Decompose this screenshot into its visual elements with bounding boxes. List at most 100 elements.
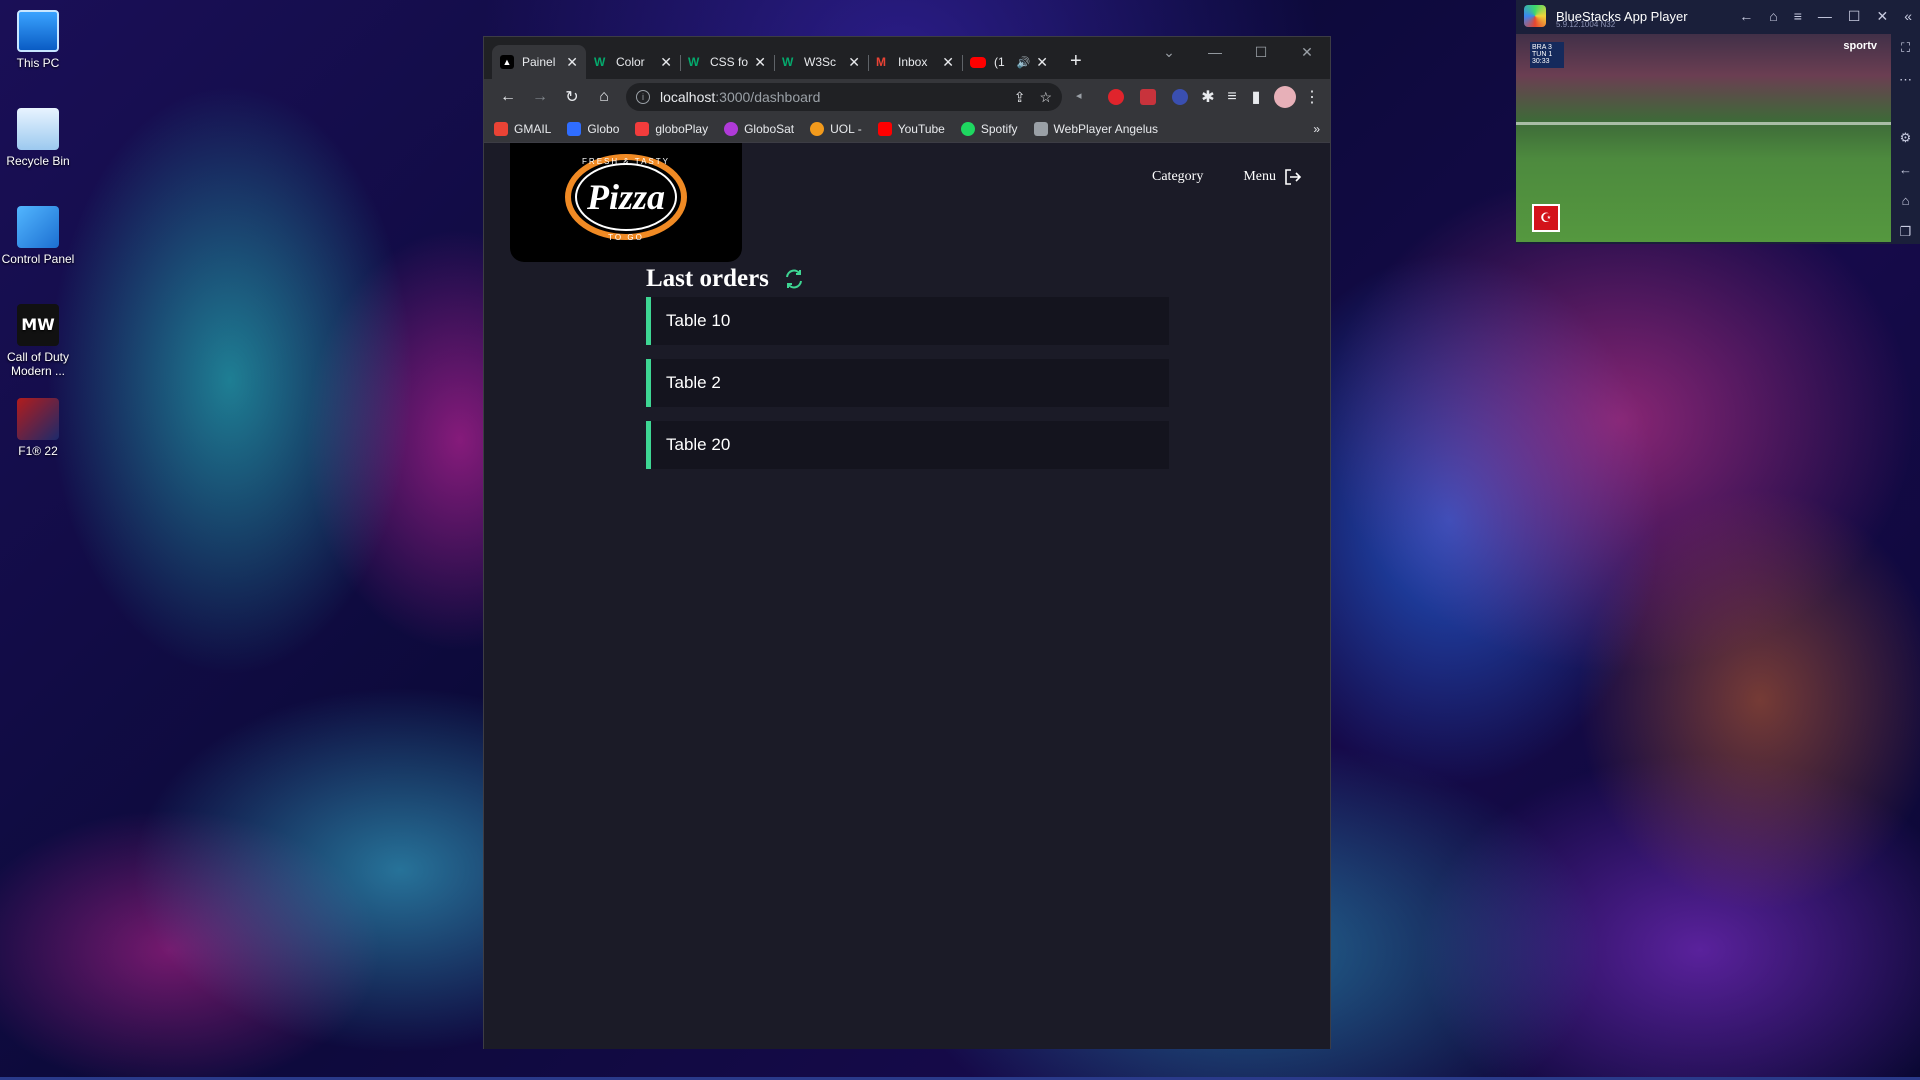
minimize-icon[interactable]: —	[1192, 37, 1238, 67]
settings-icon[interactable]: ⚙	[1900, 130, 1912, 146]
recent-apps-icon[interactable]: ❐	[1900, 224, 1912, 240]
bookmark-youtube[interactable]: YouTube	[877, 121, 945, 136]
webplayer-icon	[1033, 121, 1048, 136]
globo-icon	[567, 121, 582, 136]
desktop-icon-recycle-bin[interactable]: Recycle Bin	[0, 100, 76, 168]
close-window-icon[interactable]: ✕	[1284, 37, 1330, 67]
tab-title: Painel	[522, 55, 556, 69]
forward-icon[interactable]: →	[524, 81, 556, 113]
recycle-bin-icon	[17, 108, 59, 150]
desktop-icon-f1-22[interactable]: F1® 22	[0, 390, 76, 458]
bookmark-spotify[interactable]: Spotify	[960, 121, 1018, 136]
minimize-icon[interactable]: —	[1818, 8, 1832, 25]
info-icon[interactable]: i	[636, 90, 650, 104]
address-bar[interactable]: i localhost:3000/dashboard ⇪ ☆	[626, 83, 1062, 111]
youtube-icon	[970, 56, 986, 68]
home-icon[interactable]: ⌂	[1902, 193, 1910, 208]
tab-inbox[interactable]: M Inbox ✕	[868, 45, 962, 79]
bookmark-gmail[interactable]: GMAIL	[494, 121, 551, 136]
back-icon[interactable]: ←	[1899, 162, 1912, 177]
pizza-logo[interactable]: FRESH & TASTY Pizza TO GO	[510, 143, 742, 262]
close-icon[interactable]: ✕	[1876, 8, 1888, 25]
window-controls: ⌄ — ☐ ✕	[1146, 37, 1330, 67]
bookmark-globo[interactable]: Globo	[567, 121, 619, 136]
desktop-icon-call-of-duty[interactable]: MW Call of Duty Modern ...	[0, 296, 76, 378]
logo-bottom-text: TO GO	[608, 233, 644, 242]
order-item[interactable]: Table 20	[646, 421, 1169, 469]
close-icon[interactable]: ✕	[660, 54, 672, 71]
refresh-icon[interactable]	[783, 268, 805, 290]
bookmark-label: Spotify	[980, 121, 1018, 136]
tab-painel[interactable]: ▲ Painel ✕	[492, 45, 586, 79]
more-options-icon[interactable]: ⋯	[1899, 72, 1912, 88]
bookmark-label: YouTube	[897, 121, 945, 136]
new-tab-button[interactable]: +	[1070, 50, 1082, 73]
close-icon[interactable]: ✕	[942, 54, 954, 71]
tab-w3schools[interactable]: W W3Sc ✕	[774, 45, 868, 79]
tab-title: CSS fo	[710, 55, 749, 69]
control-panel-icon	[17, 206, 59, 248]
logout-icon[interactable]	[1284, 169, 1302, 185]
tab-search-icon[interactable]: ⌄	[1146, 37, 1192, 67]
order-label: Table 2	[666, 373, 721, 392]
nav-category[interactable]: Category	[1152, 169, 1203, 185]
bookmarks-overflow-icon[interactable]: »	[1313, 122, 1320, 136]
bookmark-uol[interactable]: UOL -	[810, 121, 862, 136]
score-away-goals: 1	[1548, 51, 1553, 58]
uol-icon	[810, 121, 825, 136]
collapse-sidebar-icon[interactable]: «	[1904, 8, 1912, 25]
nav-menu[interactable]: Menu	[1243, 169, 1302, 185]
tab-title: (1	[994, 55, 1005, 69]
close-icon[interactable]: ✕	[848, 54, 860, 71]
desktop-icon-control-panel[interactable]: Control Panel	[0, 198, 76, 266]
bookmark-label: UOL -	[830, 121, 862, 136]
home-icon[interactable]: ⌂	[588, 81, 620, 113]
desktop-icon-label: Recycle Bin	[6, 154, 70, 168]
close-icon[interactable]: ✕	[754, 54, 766, 71]
tab-css[interactable]: W CSS fo ✕	[680, 45, 774, 79]
top-nav: Category Menu	[1152, 169, 1302, 185]
tab-color[interactable]: W Color ✕	[586, 45, 680, 79]
bookmark-label: globoPlay	[655, 121, 709, 136]
puzzle-icon[interactable]: ✱	[1196, 81, 1220, 113]
home-icon[interactable]: ⌂	[1769, 8, 1777, 25]
video-stream[interactable]: sportv BRA 3 TUN 1 30:33 ☪	[1516, 34, 1891, 242]
field-line	[1516, 122, 1891, 125]
bluestacks-window: BlueStacks App Player 5.9.12.1004 N32 ← …	[1516, 0, 1920, 244]
tab-strip: ▲ Painel ✕ W Color ✕ W CSS fo ✕ W W3Sc ✕…	[484, 37, 1330, 79]
tab-youtube[interactable]: (1 🔊 ✕	[962, 45, 1056, 79]
desktop-icon-this-pc[interactable]: This PC	[0, 2, 76, 70]
kebab-menu-icon[interactable]: ⋮	[1302, 81, 1322, 113]
gmail-icon: M	[876, 55, 886, 69]
bookmark-globosat[interactable]: GloboSat	[724, 121, 794, 136]
maximize-icon[interactable]: ☐	[1848, 8, 1861, 25]
extension-blue-icon[interactable]	[1172, 89, 1188, 105]
hamburger-menu-icon[interactable]: ≡	[1794, 8, 1802, 25]
extension-icon[interactable]: ◂	[1076, 89, 1092, 105]
side-panel-icon[interactable]: ▮	[1244, 81, 1268, 113]
reload-icon[interactable]: ↻	[556, 81, 588, 113]
profile-avatar[interactable]	[1274, 86, 1296, 108]
bookmark-globoplay[interactable]: globoPlay	[635, 121, 709, 136]
audio-playing-icon[interactable]: 🔊	[1017, 56, 1031, 69]
maximize-icon[interactable]: ☐	[1238, 37, 1284, 67]
globosat-icon	[724, 121, 739, 136]
extension-screenshot-icon[interactable]	[1140, 89, 1156, 105]
close-icon[interactable]: ✕	[1036, 54, 1048, 71]
order-label: Table 10	[666, 311, 731, 330]
close-icon[interactable]: ✕	[566, 54, 578, 71]
order-item[interactable]: Table 2	[646, 359, 1169, 407]
reading-list-icon[interactable]: ≡	[1220, 81, 1244, 113]
bookmark-webplayer[interactable]: WebPlayer Angelus	[1033, 121, 1158, 136]
order-item[interactable]: Table 10	[646, 297, 1169, 345]
score-home-team: BRA	[1532, 44, 1547, 51]
w3schools-icon: W	[782, 55, 794, 69]
back-icon[interactable]: ←	[492, 81, 524, 113]
back-icon[interactable]: ←	[1739, 8, 1753, 25]
bookmark-star-icon[interactable]: ☆	[1039, 89, 1052, 106]
share-icon[interactable]: ⇪	[1014, 89, 1026, 106]
bookmarks-bar: GMAIL Globo globoPlay GloboSat UOL - You…	[484, 115, 1330, 143]
tab-title: W3Sc	[804, 55, 837, 69]
extension-red-icon[interactable]	[1108, 89, 1124, 105]
fullscreen-icon[interactable]: ⛶	[1901, 40, 1910, 56]
